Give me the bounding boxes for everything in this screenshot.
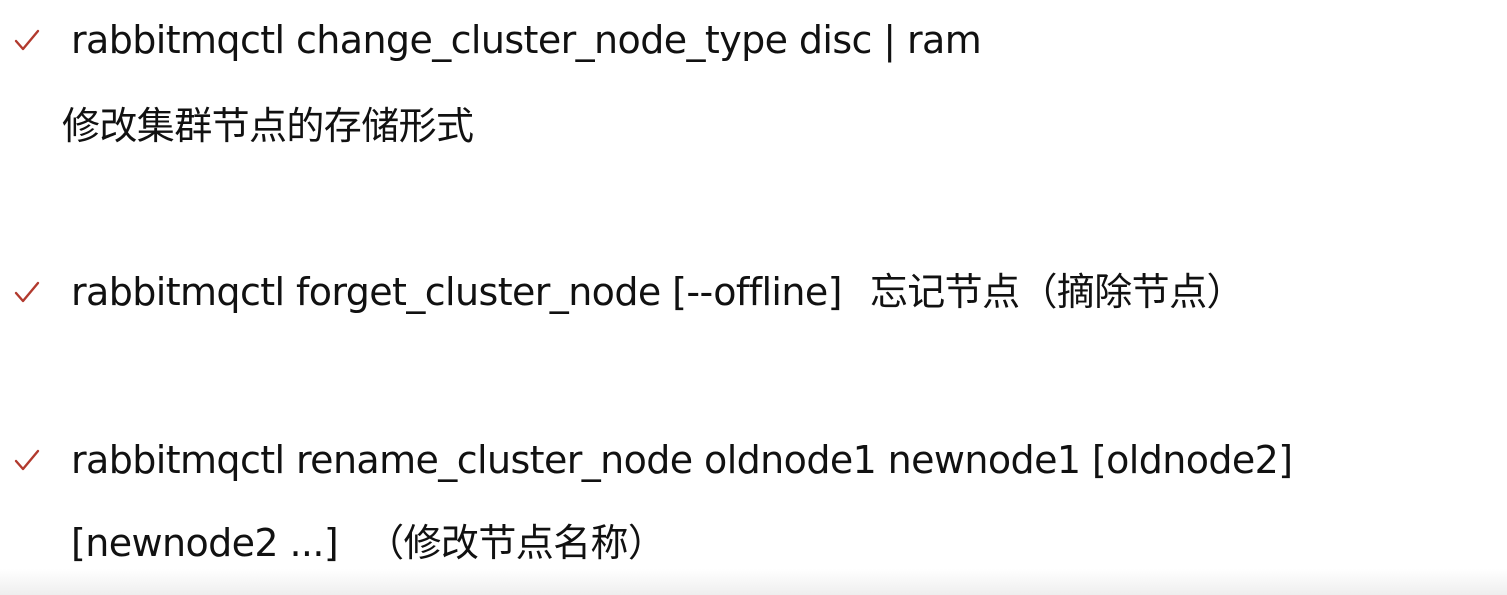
bottom-shade [0,569,1507,595]
command-line-2: rabbitmqctl forget_cluster_node [--offli… [71,269,1244,315]
continuation-text-3: [newnode2 ...] [71,521,339,565]
checkmark-icon [12,278,42,308]
checkmark-icon [12,26,42,56]
command-text-2: rabbitmqctl forget_cluster_node [--offli… [71,270,842,314]
command-text-1: rabbitmqctl change_cluster_node_type dis… [71,18,982,62]
command-text-3: rabbitmqctl rename_cluster_node oldnode1… [71,438,1293,482]
description-text-1: 修改集群节点的存储形式 [62,104,474,148]
note-text-2: 忘记节点（摘除节点） [869,270,1245,314]
command-line-3-continued: [newnode2 ...] （修改节点名称） [71,520,666,566]
slide: rabbitmqctl change_cluster_node_type dis… [0,0,1507,595]
note-text-3: （修改节点名称） [366,521,666,565]
checkmark-icon [12,446,42,476]
